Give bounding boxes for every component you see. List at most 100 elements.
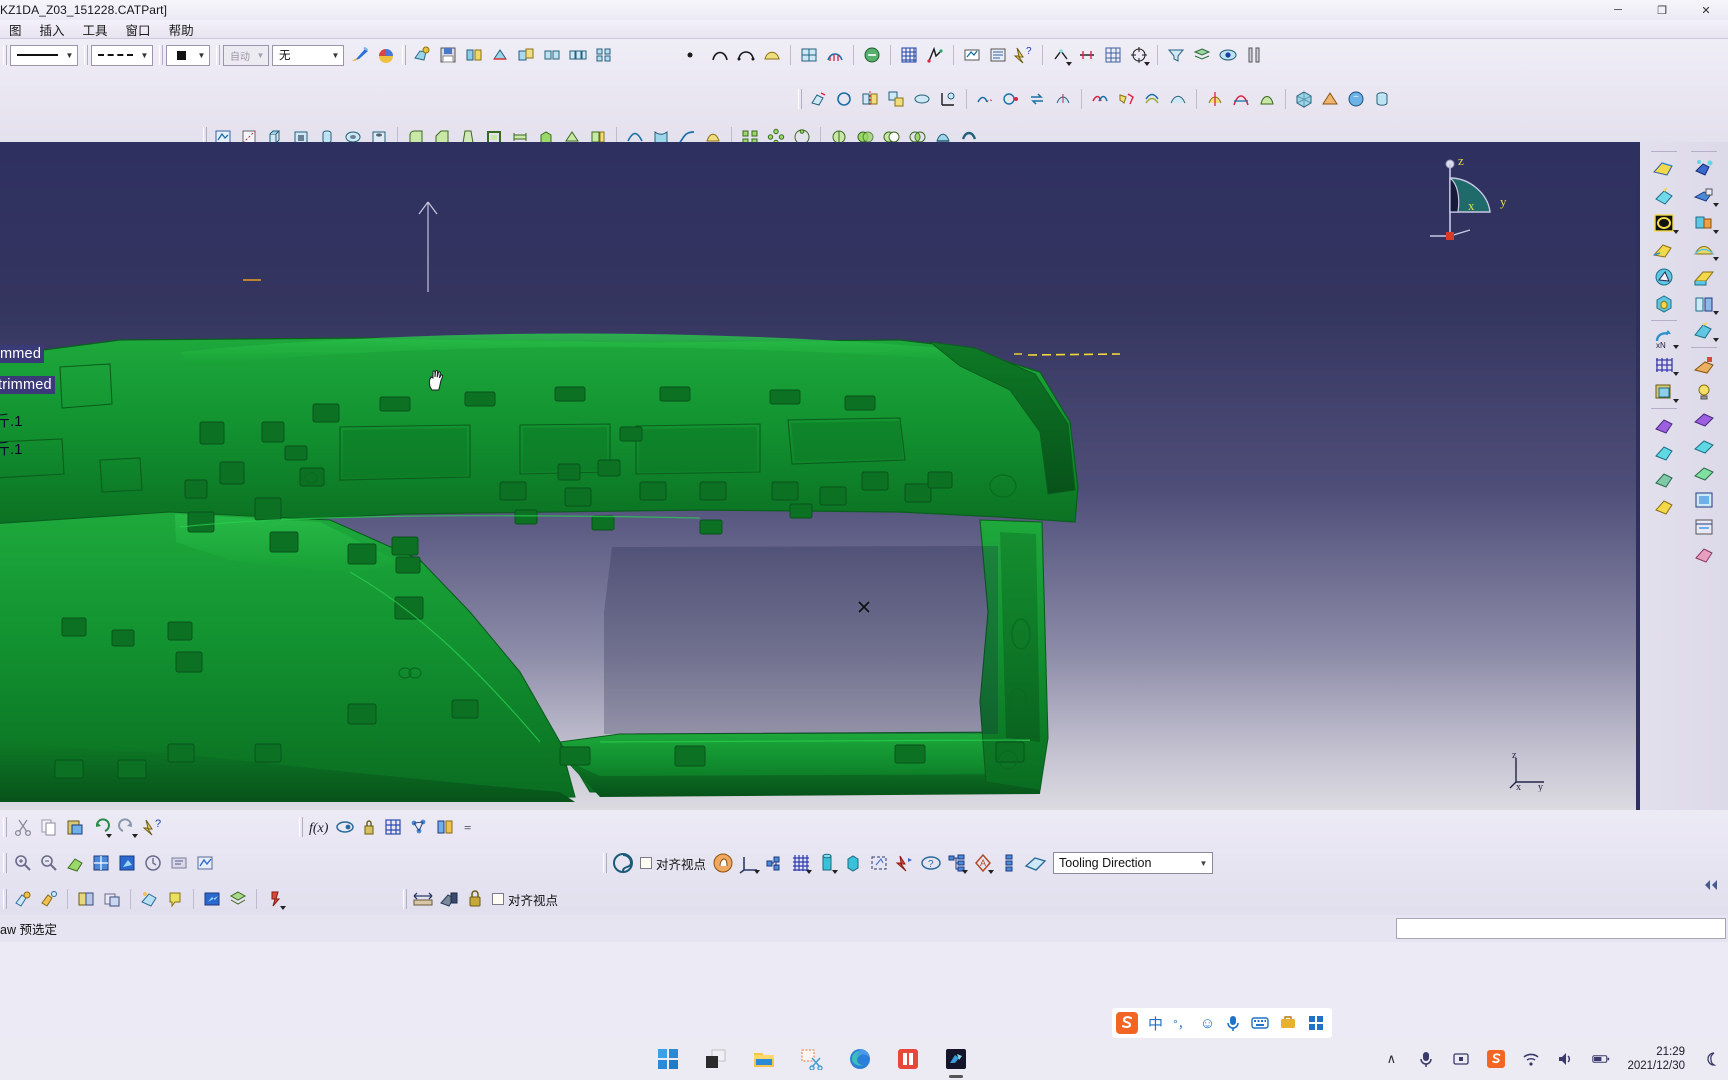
zoom-in-icon[interactable] [10,850,36,876]
hide-show2-icon[interactable] [1687,209,1721,236]
measure-grid-icon[interactable] [896,42,922,68]
texture-icon[interactable] [1687,540,1721,567]
edge-button[interactable] [847,1046,873,1072]
toolbar-grip[interactable] [603,853,607,873]
toolbar-grip[interactable] [3,817,7,837]
tray-speaker-icon[interactable] [1557,1050,1575,1068]
align-view-checkbox-2-wrap[interactable]: 对齐视点 [492,890,558,909]
invert-orientation-icon[interactable] [1024,86,1050,112]
mirror-extract-icon[interactable] [461,42,487,68]
pan-icon[interactable] [1647,263,1681,290]
paste-special-icon[interactable] [62,814,88,840]
stack-icon[interactable] [225,886,251,912]
extract-multiple-icon[interactable] [565,42,591,68]
relimit-icon[interactable] [1074,42,1100,68]
global-deformation-icon[interactable] [1254,86,1280,112]
tray-sogou-icon[interactable] [1487,1050,1506,1068]
what-is-this2-icon[interactable]: ? [140,814,166,840]
ime-mode-indicator[interactable]: 中 [1148,1013,1163,1034]
menu-view[interactable]: 图 [0,19,31,40]
ime-keyboard-icon[interactable] [1251,1014,1269,1032]
toolbar-grip[interactable] [216,45,220,65]
scene-browser-icon[interactable] [1687,513,1721,540]
constraint-icon[interactable] [1048,42,1074,68]
tray-mic-icon[interactable] [1417,1050,1435,1068]
align-view-checkbox-2[interactable] [492,893,504,905]
linestyle-combo[interactable]: ▼ [91,44,153,66]
toolbar-grip[interactable] [84,45,88,65]
curvature-analysis-icon[interactable] [822,42,848,68]
rotate-view-icon[interactable] [1647,290,1681,317]
file-explorer-button[interactable] [751,1046,777,1072]
shading-material-icon[interactable] [1291,86,1317,112]
tree-item-1[interactable]: 斤.1 [0,410,23,431]
clash-icon[interactable] [99,886,125,912]
untrim-icon[interactable] [1113,86,1139,112]
iso-view-icon[interactable] [114,850,140,876]
section-view-icon[interactable] [73,886,99,912]
manipulation-icon[interactable] [710,850,736,876]
arc-icon[interactable] [733,42,759,68]
weight-combo[interactable]: 无 ▼ [272,44,344,66]
shape-analysis-icon[interactable] [796,42,822,68]
apply-material2-icon[interactable] [1687,155,1721,182]
fit-all-in-icon[interactable] [1647,236,1681,263]
cut-icon[interactable] [10,814,36,840]
ime-punctuation-icon[interactable]: °， [1173,1015,1190,1032]
toolbar-grip[interactable] [299,817,303,837]
healing-icon[interactable] [1050,86,1076,112]
maximize-button[interactable]: ❐ [1640,0,1684,20]
grid-display-icon[interactable] [1100,42,1126,68]
toolbar-grip[interactable] [3,889,7,909]
disassemble-icon[interactable] [1139,86,1165,112]
formula-icon[interactable]: f(x) [306,814,332,840]
section-tool-icon[interactable] [436,886,462,912]
toolbar-grip[interactable] [403,889,407,909]
menu-window[interactable]: 窗口 [117,19,160,40]
zoom-area-icon[interactable] [1647,209,1681,236]
surface-fill-icon[interactable] [759,42,785,68]
scene-icon[interactable] [199,886,225,912]
publication-icon[interactable]: A [970,850,996,876]
pointstyle-combo[interactable]: ▼ [166,44,210,66]
layers-icon[interactable] [1189,42,1215,68]
what-is-this-icon[interactable]: ? [1011,42,1037,68]
axis-to-axis-icon[interactable] [935,86,961,112]
equivalent-dimensions-icon[interactable]: = [458,815,480,839]
status-input-field[interactable] [1396,918,1726,939]
concatenate-icon[interactable] [1165,86,1191,112]
expand-toolbar-icon[interactable] [1698,872,1724,898]
list-icon[interactable] [996,850,1022,876]
axis-system-icon[interactable] [736,850,762,876]
tray-battery-icon[interactable] [1592,1050,1610,1068]
develop-icon[interactable] [1317,86,1343,112]
pattern-icon[interactable] [591,42,617,68]
knowledge-check-icon[interactable]: ? [918,850,944,876]
shape-morph-icon[interactable] [922,42,948,68]
rotate-icon[interactable] [831,86,857,112]
ime-emoji-icon[interactable]: ☺ [1200,1015,1215,1032]
custom-render-icon[interactable] [1647,493,1681,520]
catalog-icon[interactable] [380,814,406,840]
ime-apps-icon[interactable] [1307,1014,1325,1032]
redo-icon[interactable] [114,814,140,840]
parameters-icon[interactable] [432,814,458,840]
3d-viewport[interactable]: mmed trimmed 斤.1 斤.1 z x y z x y [0,142,1636,810]
filter-icon[interactable] [1163,42,1189,68]
depth-effect-icon[interactable] [1687,236,1721,263]
join-icon[interactable] [1087,86,1113,112]
tray-ime-icon[interactable] [1452,1050,1470,1068]
render-style-icon[interactable] [1647,378,1681,405]
tree-item-2[interactable]: 斤.1 [0,438,23,459]
enhanced-scene-icon[interactable] [1687,317,1721,344]
tree-label-trimmed-2[interactable]: trimmed [0,376,55,394]
taskbar-clock[interactable]: 21:29 2021/12/30 [1627,1045,1685,1073]
translate-icon[interactable] [805,86,831,112]
trim-icon[interactable] [513,42,539,68]
copy-icon[interactable] [36,814,62,840]
save-part-icon[interactable] [435,42,461,68]
split-surface-icon[interactable] [1202,86,1228,112]
tray-notification-moon-icon[interactable] [1702,1050,1720,1068]
annotation-view-icon[interactable] [1687,459,1721,486]
menu-tools[interactable]: 工具 [74,19,117,40]
